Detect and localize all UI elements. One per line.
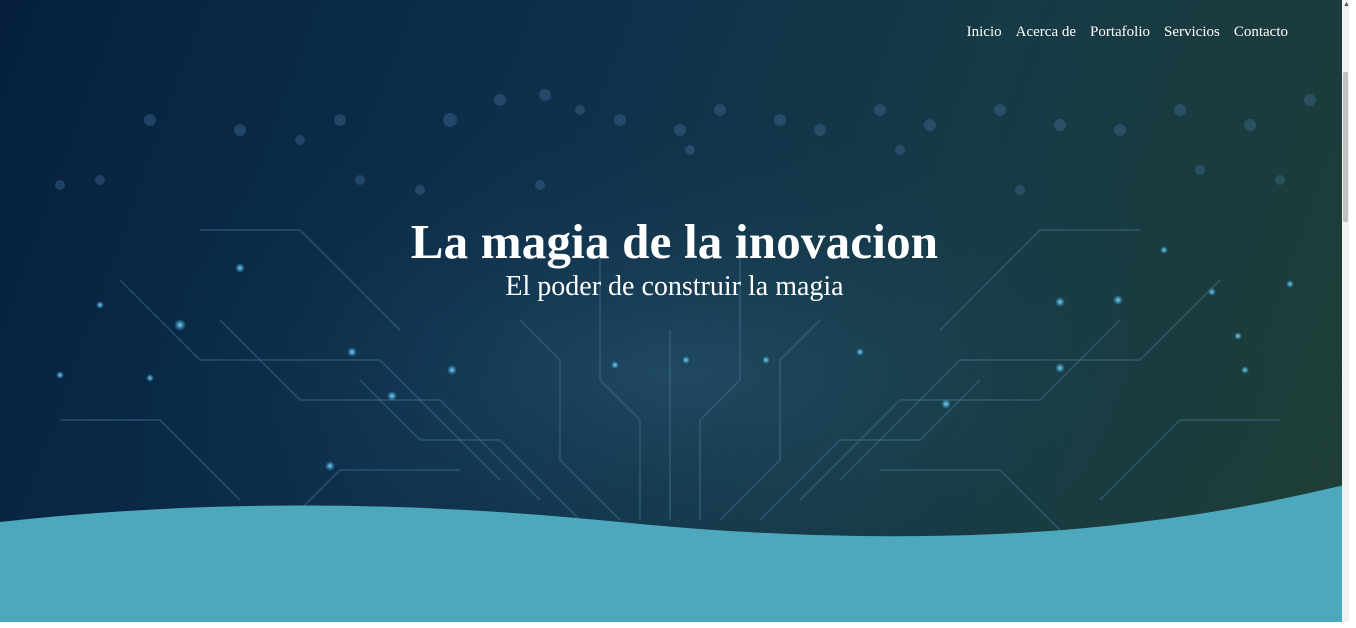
scrollbar[interactable]: ▲ — [1342, 0, 1349, 622]
hero-subtitle: El poder de construir la magia — [505, 271, 844, 302]
main-nav: Inicio Acerca de Portafolio Servicios Co… — [967, 24, 1288, 41]
hero-title: La magia de la inovacion — [410, 214, 939, 269]
hero-section: Inicio Acerca de Portafolio Servicios Co… — [0, 0, 1349, 622]
nav-link-servicios[interactable]: Servicios — [1164, 24, 1220, 41]
scroll-up-arrow-icon[interactable]: ▲ — [1343, 0, 1349, 12]
nav-link-portafolio[interactable]: Portafolio — [1090, 24, 1150, 41]
nav-link-acerca-de[interactable]: Acerca de — [1016, 24, 1076, 41]
scrollbar-thumb[interactable] — [1343, 72, 1348, 222]
hero-text: La magia de la inovacion El poder de con… — [0, 212, 1349, 302]
page-bottom-edge — [0, 622, 1356, 628]
wave-divider — [0, 484, 1349, 622]
nav-link-inicio[interactable]: Inicio — [967, 24, 1002, 41]
nav-link-contacto[interactable]: Contacto — [1234, 24, 1288, 41]
